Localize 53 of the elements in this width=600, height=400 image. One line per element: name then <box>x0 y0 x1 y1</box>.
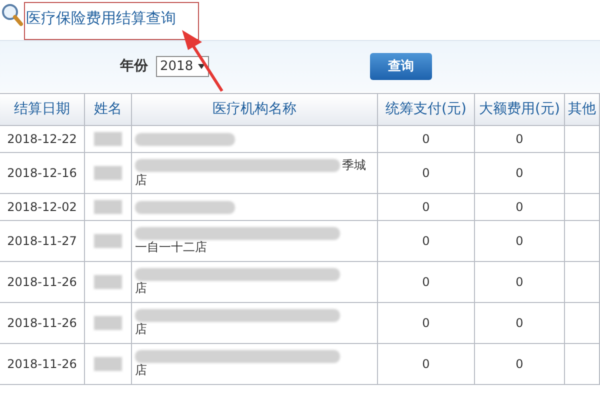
table-cell: 2018-12-16 <box>0 153 85 194</box>
table-cell: 0 <box>378 262 475 303</box>
table-cell: 季城 <box>342 158 366 173</box>
caret-icon <box>198 64 205 69</box>
table-cell: 0 <box>378 153 475 194</box>
page-title: 医疗保险费用结算查询 <box>26 8 176 29</box>
redaction-blur <box>94 275 122 289</box>
column-header: 大额费用(元) <box>475 93 565 126</box>
table-cell: 0 <box>378 126 475 153</box>
query-button[interactable]: 查询 <box>370 53 432 80</box>
table-cell: 店 <box>135 281 147 296</box>
column-header: 其他 <box>565 93 600 126</box>
table-cell: 2018-11-26 <box>0 344 85 385</box>
column-header: 结算日期 <box>0 93 85 126</box>
table-cell <box>565 303 600 344</box>
table-cell: 2018-11-26 <box>0 303 85 344</box>
table-cell: 2018-12-02 <box>0 194 85 221</box>
table-cell: 0 <box>475 221 565 262</box>
column-header: 姓名 <box>85 93 132 126</box>
column-header: 统筹支付(元) <box>378 93 475 126</box>
redaction-blur <box>94 132 122 146</box>
redaction-blur <box>94 234 122 248</box>
search-icon <box>1 3 23 27</box>
table-cell: 2018-11-26 <box>0 262 85 303</box>
table-cell: 0 <box>475 344 565 385</box>
table-cell: 店 <box>135 322 147 337</box>
redaction-blur <box>94 200 122 214</box>
table-cell: 0 <box>475 153 565 194</box>
table-cell: 0 <box>475 262 565 303</box>
table-cell: 2018-11-27 <box>0 221 85 262</box>
table-cell: 2018-12-22 <box>0 126 85 153</box>
table-cell: 0 <box>475 303 565 344</box>
table-cell <box>565 344 600 385</box>
table-cell <box>565 194 600 221</box>
table-cell: 0 <box>378 303 475 344</box>
table-cell: 0 <box>378 344 475 385</box>
redaction-blur <box>94 357 122 371</box>
table-cell: 0 <box>475 126 565 153</box>
table-cell: 0 <box>378 221 475 262</box>
year-label: 年份 <box>120 57 148 76</box>
table-cell: 店 <box>135 363 147 378</box>
table-cell <box>565 126 600 153</box>
column-header: 医疗机构名称 <box>132 93 378 126</box>
table-cell <box>565 262 600 303</box>
year-select[interactable]: 2018 <box>156 56 209 77</box>
redaction-blur <box>94 166 122 180</box>
table-cell: 0 <box>378 194 475 221</box>
table-cell <box>565 153 600 194</box>
table-cell <box>565 221 600 262</box>
table-cell: 0 <box>475 194 565 221</box>
redaction-blur <box>94 316 122 330</box>
table-cell: 店 <box>135 173 147 188</box>
table-cell: 一自一十二店 <box>135 240 207 255</box>
